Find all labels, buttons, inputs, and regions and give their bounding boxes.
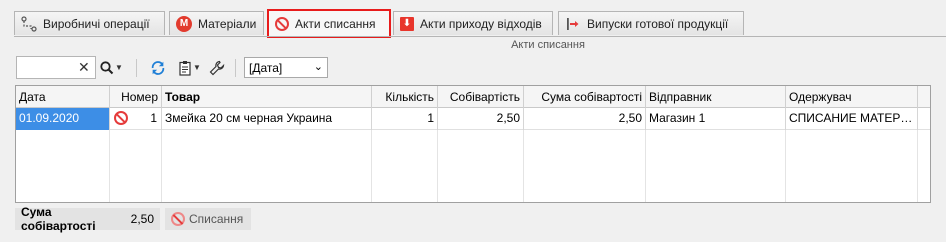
- column-header-quantity[interactable]: Кількість: [372, 86, 438, 108]
- grid-line: [785, 130, 786, 202]
- cell-sender[interactable]: Магазин 1: [646, 108, 786, 130]
- print-menu-button[interactable]: ▼: [176, 56, 202, 79]
- clipboard-icon: [177, 60, 193, 76]
- cost-sum-summary: Сума собівартості 2,50: [15, 205, 160, 233]
- grid-line: [437, 130, 438, 202]
- column-header-number[interactable]: Номер: [110, 86, 162, 108]
- column-header-sender[interactable]: Відправник: [646, 86, 786, 108]
- cell-receiver[interactable]: СПИСАНИЕ МАТЕРИАЛОВ: [786, 108, 918, 130]
- tab-bar: Виробничі операції M Матеріали Акти спис…: [0, 8, 946, 38]
- cell-number[interactable]: 1: [110, 108, 162, 130]
- cell-cost[interactable]: 2,50: [438, 108, 524, 130]
- tab-finished-products[interactable]: Випуски готової продукції: [558, 11, 744, 35]
- wrench-icon: [209, 60, 225, 76]
- cell-product[interactable]: Змейка 20 см черная Украина: [162, 108, 372, 130]
- search-icon: [99, 60, 115, 76]
- column-header-filler: [918, 86, 930, 108]
- no-entry-icon: [171, 212, 185, 226]
- writeoff-label: Списання: [189, 212, 244, 226]
- tab-label: Акти приходу відходів: [420, 16, 542, 31]
- tab-label: Матеріали: [198, 16, 257, 31]
- cost-sum-label: Сума собівартості: [21, 205, 96, 233]
- column-header-cost-sum[interactable]: Сума собівартості: [524, 86, 646, 108]
- write-off-table: Дата Номер Товар Кількість Собівартість …: [15, 85, 931, 203]
- cell-date[interactable]: 01.09.2020: [16, 108, 110, 130]
- tab-waste-receipts[interactable]: ⬇ Акти приходу відходів: [393, 11, 553, 35]
- search-button[interactable]: ▼: [99, 56, 123, 79]
- writeoff-filter-badge[interactable]: Списання: [165, 208, 251, 230]
- cell-quantity[interactable]: 1: [372, 108, 438, 130]
- chevron-down-icon: ⌄: [313, 61, 323, 73]
- tab-label: Виробничі операції: [43, 16, 150, 31]
- arrow-in-icon: [565, 16, 581, 32]
- number-value: 1: [150, 111, 157, 125]
- refresh-icon: [150, 60, 166, 76]
- tab-write-off-acts[interactable]: Акти списання: [267, 9, 391, 38]
- column-header-cost[interactable]: Собівартість: [438, 86, 524, 108]
- column-header-date[interactable]: Дата: [16, 86, 110, 108]
- table-row[interactable]: 01.09.2020 1 Змейка 20 см черная Украина…: [16, 108, 930, 130]
- grid-line: [161, 130, 162, 202]
- section-subtitle: Акти списання: [511, 39, 585, 51]
- refresh-button[interactable]: [147, 56, 169, 79]
- sort-field-select[interactable]: [Дата] ⌄: [244, 57, 328, 78]
- grid-line: [917, 130, 918, 202]
- sort-field-value: [Дата]: [249, 60, 283, 75]
- tab-label: Випуски готової продукції: [587, 16, 729, 31]
- grid-line: [523, 130, 524, 202]
- grid-line: [371, 130, 372, 202]
- down-arrow-icon: ⬇: [400, 16, 414, 31]
- no-entry-icon: [275, 17, 289, 31]
- route-icon: [21, 15, 37, 32]
- chevron-down-icon: ▼: [193, 63, 201, 72]
- tab-materials[interactable]: M Матеріали: [169, 11, 264, 35]
- settings-button[interactable]: [206, 56, 228, 79]
- tab-divider: [14, 36, 946, 37]
- chevron-down-icon: ▼: [115, 63, 123, 72]
- tab-production-operations[interactable]: Виробничі операції: [14, 11, 165, 35]
- tab-label: Акти списання: [295, 17, 376, 31]
- toolbar: ✕ ▼ ▼ [Дата] ⌄: [16, 56, 936, 80]
- toolbar-separator: [235, 59, 236, 77]
- column-header-product[interactable]: Товар: [162, 86, 372, 108]
- cost-sum-value: 2,50: [130, 212, 154, 226]
- no-entry-icon: [114, 111, 128, 125]
- column-header-receiver[interactable]: Одержувач: [786, 86, 918, 108]
- cell-cost-sum[interactable]: 2,50: [524, 108, 646, 130]
- table-header: Дата Номер Товар Кількість Собівартість …: [16, 86, 930, 108]
- grid-line: [109, 130, 110, 202]
- toolbar-separator: [136, 59, 137, 77]
- clear-icon[interactable]: ✕: [78, 60, 90, 74]
- grid-line: [645, 130, 646, 202]
- materials-m-icon: M: [176, 15, 192, 32]
